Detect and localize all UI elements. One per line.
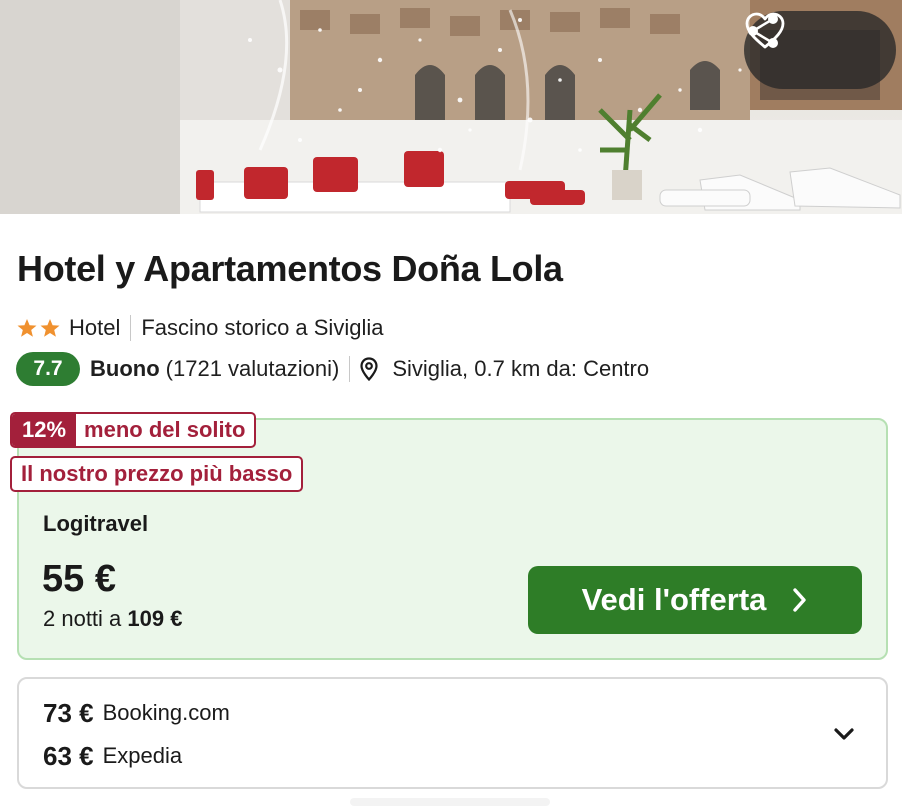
chevron-right-icon [793, 588, 807, 612]
rating-badge[interactable]: 7.7 [16, 352, 80, 386]
divider [349, 356, 351, 382]
star-icon [17, 319, 37, 337]
favorite-button[interactable] [745, 12, 881, 78]
hotel-meta: Hotel Fascino storico a Siviglia [16, 312, 383, 344]
other-offer-row[interactable]: 73 € Booking.com [43, 698, 230, 728]
lowest-price-badge: Il nostro prezzo più basso [10, 456, 304, 492]
offer-nights-total: 2 notti a 109 € [43, 606, 182, 632]
discount-percent: 12% [12, 414, 77, 446]
other-offer-row[interactable]: 63 € Expedia [43, 741, 182, 771]
other-offer-provider: Expedia [102, 743, 183, 768]
nights-total-price: 109 € [127, 606, 183, 631]
view-offer-label: Vedi l'offerta [581, 582, 767, 617]
other-offers-card[interactable] [17, 677, 888, 789]
other-offer-price: 63 € [43, 740, 94, 771]
hotel-tagline: Fascino storico a Siviglia [141, 315, 384, 340]
divider [130, 315, 132, 341]
hotel-name[interactable]: Hotel y Apartamentos Doña Lola [17, 248, 563, 290]
hotel-location[interactable]: Siviglia, 0.7 km da: Centro [392, 356, 649, 382]
other-offer-provider: Booking.com [102, 700, 230, 725]
other-offer-price: 73 € [43, 697, 94, 728]
rating-location-row: 7.7 Buono (1721 valutazioni) Siviglia, 0… [16, 352, 649, 386]
star-rating [16, 318, 61, 338]
rating-label: Buono [90, 356, 160, 381]
view-offer-button[interactable]: Vedi l'offerta [528, 566, 862, 634]
hotel-type: Hotel [69, 315, 121, 340]
hotel-photo[interactable] [0, 0, 902, 214]
offer-provider: Logitravel [43, 511, 149, 536]
nights-prefix: 2 notti a [43, 606, 122, 631]
discount-badge: 12% meno del solito [10, 412, 257, 448]
star-icon [40, 319, 60, 337]
expand-offers-button[interactable] [826, 716, 862, 752]
discount-text: meno del solito [84, 417, 246, 442]
location-pin-icon [360, 357, 378, 381]
photo-actions [744, 11, 896, 89]
heart-icon [745, 12, 785, 49]
next-card-hint [350, 798, 550, 806]
offer-price: 55 € [42, 558, 116, 600]
review-count[interactable]: (1721 valutazioni) [166, 356, 340, 382]
chevron-down-icon [834, 728, 854, 740]
